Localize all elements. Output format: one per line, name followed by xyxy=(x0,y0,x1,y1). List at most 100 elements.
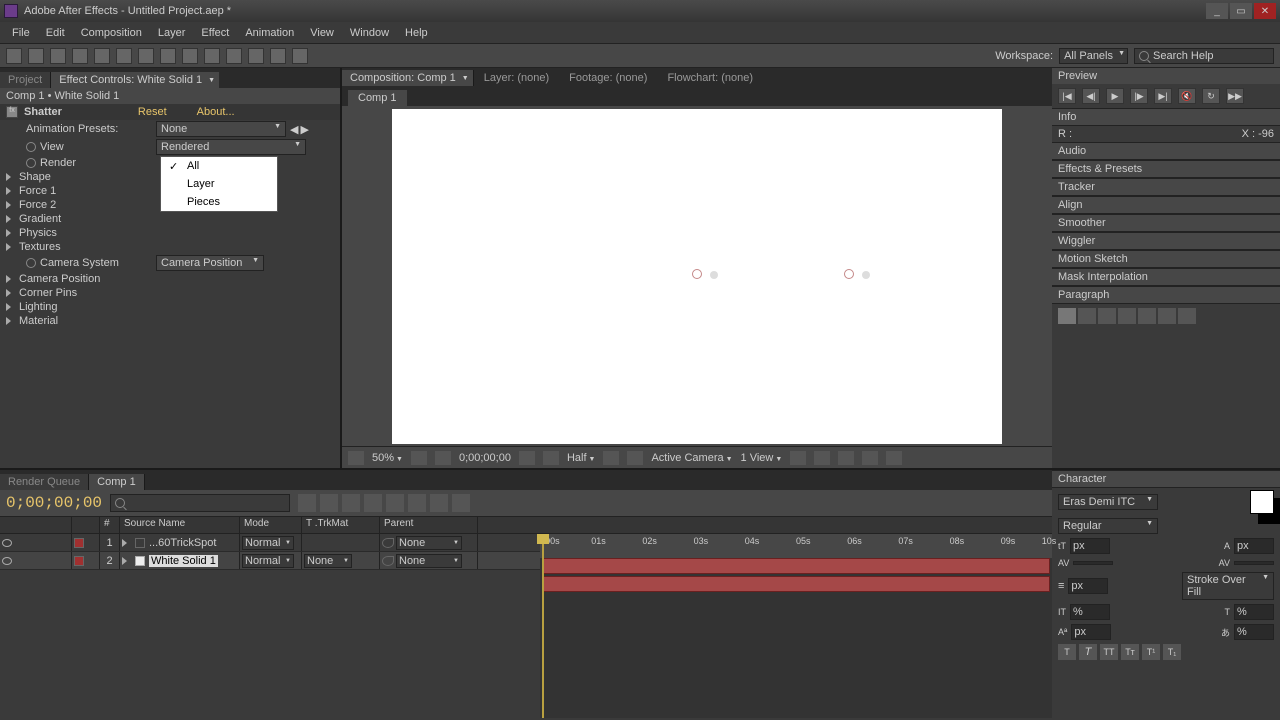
maximize-button[interactable]: ▭ xyxy=(1230,3,1252,19)
menu-edit[interactable]: Edit xyxy=(38,27,73,39)
anchor-marker-icon[interactable] xyxy=(710,271,718,279)
pan-behind-tool-icon[interactable] xyxy=(116,48,132,64)
tsume-input[interactable]: % xyxy=(1234,624,1274,640)
rotate-tool-icon[interactable] xyxy=(72,48,88,64)
superscript-button[interactable]: T¹ xyxy=(1142,644,1160,660)
brainstorm-icon[interactable] xyxy=(386,494,404,512)
twirl-icon[interactable] xyxy=(6,243,11,251)
justify-center-button[interactable] xyxy=(1138,308,1156,324)
camera-system-select[interactable]: Camera Position xyxy=(156,255,264,271)
effects-presets-panel-header[interactable]: Effects & Presets xyxy=(1052,160,1280,178)
exposure-icon[interactable] xyxy=(886,451,902,465)
faux-italic-button[interactable]: T xyxy=(1079,644,1097,660)
draft-3d-icon[interactable] xyxy=(452,494,470,512)
close-button[interactable]: ✕ xyxy=(1254,3,1276,19)
channel-button[interactable] xyxy=(435,451,451,465)
justify-right-button[interactable] xyxy=(1158,308,1176,324)
layer-duration-bar[interactable] xyxy=(542,558,1050,574)
layer-tab[interactable]: Layer: (none) xyxy=(474,70,559,86)
fx-toggle-icon[interactable]: fx xyxy=(6,106,18,118)
flowchart-icon[interactable] xyxy=(862,451,878,465)
mute-button[interactable]: 🔇 xyxy=(1178,88,1196,104)
smoother-panel-header[interactable]: Smoother xyxy=(1052,214,1280,232)
layer-search[interactable] xyxy=(110,494,290,512)
roto-tool-icon[interactable] xyxy=(270,48,286,64)
camera-tool-icon[interactable] xyxy=(94,48,110,64)
render-queue-tab[interactable]: Render Queue xyxy=(0,474,89,490)
th-parent[interactable]: Parent xyxy=(380,517,478,533)
layer-duration-bar[interactable] xyxy=(542,576,1050,592)
puppet-tool-icon[interactable] xyxy=(292,48,308,64)
fill-color-swatch[interactable] xyxy=(1250,490,1274,514)
menu-window[interactable]: Window xyxy=(342,27,397,39)
brush-tool-icon[interactable] xyxy=(204,48,220,64)
res-button[interactable] xyxy=(411,451,427,465)
motion-sketch-panel-header[interactable]: Motion Sketch xyxy=(1052,250,1280,268)
timeline-icon[interactable] xyxy=(838,451,854,465)
viewer-timecode[interactable]: 0;00;00;00 xyxy=(459,452,511,464)
audio-panel-header[interactable]: Audio xyxy=(1052,142,1280,160)
timeline-tracks[interactable]: 00s 01s 02s 03s 04s 05s 06s 07s 08s 09s … xyxy=(540,534,1052,718)
time-ruler[interactable]: 00s 01s 02s 03s 04s 05s 06s 07s 08s 09s … xyxy=(540,534,1052,558)
eraser-tool-icon[interactable] xyxy=(248,48,264,64)
small-caps-button[interactable]: Tᴛ xyxy=(1121,644,1139,660)
layer-color-icon[interactable] xyxy=(74,538,84,548)
prop-material[interactable]: Material xyxy=(19,315,58,327)
resolution-select[interactable]: Half xyxy=(567,452,596,464)
pen-tool-icon[interactable] xyxy=(160,48,176,64)
prop-force2[interactable]: Force 2 xyxy=(19,199,56,211)
twirl-icon[interactable] xyxy=(6,317,11,325)
justify-all-button[interactable] xyxy=(1178,308,1196,324)
clone-tool-icon[interactable] xyxy=(226,48,242,64)
prop-textures[interactable]: Textures xyxy=(19,241,61,253)
twirl-icon[interactable] xyxy=(6,275,11,283)
th-mode[interactable]: Mode xyxy=(240,517,302,533)
tracking-input[interactable] xyxy=(1234,561,1274,565)
justify-left-button[interactable] xyxy=(1118,308,1136,324)
comp-subtab[interactable]: Comp 1 xyxy=(348,90,407,106)
effect-reset-link[interactable]: Reset xyxy=(138,106,167,118)
prop-gradient[interactable]: Gradient xyxy=(19,213,61,225)
info-panel-header[interactable]: Info xyxy=(1052,108,1280,126)
kerning-input[interactable] xyxy=(1073,561,1113,565)
preview-panel-header[interactable]: Preview xyxy=(1052,68,1280,84)
mask-interp-panel-header[interactable]: Mask Interpolation xyxy=(1052,268,1280,286)
vscale-input[interactable]: % xyxy=(1070,604,1110,620)
subscript-button[interactable]: T₁ xyxy=(1163,644,1181,660)
effect-about-link[interactable]: About... xyxy=(197,106,235,118)
align-right-button[interactable] xyxy=(1098,308,1116,324)
paragraph-panel-header[interactable]: Paragraph xyxy=(1052,286,1280,304)
all-caps-button[interactable]: TT xyxy=(1100,644,1118,660)
prop-shape[interactable]: Shape xyxy=(19,171,51,183)
type-tool-icon[interactable] xyxy=(182,48,198,64)
twirl-icon[interactable] xyxy=(6,215,11,223)
th-source[interactable]: Source Name xyxy=(120,517,240,533)
zoom-select[interactable]: 50% xyxy=(372,452,403,464)
layer-row[interactable]: 2 White Solid 1 Normal None None xyxy=(0,552,540,570)
anchor-marker-icon[interactable] xyxy=(862,271,870,279)
grid-toggle-icon[interactable] xyxy=(348,451,364,465)
shy-icon[interactable] xyxy=(320,494,338,512)
font-family-select[interactable]: Eras Demi ITC xyxy=(1058,494,1158,510)
prev-preset-icon[interactable]: ◀ xyxy=(290,123,298,136)
ram-preview-button[interactable]: ▶▶ xyxy=(1226,88,1244,104)
prev-frame-button[interactable]: ◀| xyxy=(1082,88,1100,104)
stopwatch-icon[interactable] xyxy=(26,158,36,168)
stopwatch-icon[interactable] xyxy=(26,258,36,268)
mask-icon[interactable] xyxy=(627,451,643,465)
first-frame-button[interactable]: |◀ xyxy=(1058,88,1076,104)
transparency-icon[interactable] xyxy=(603,451,619,465)
roi-icon[interactable] xyxy=(543,451,559,465)
composition-tab[interactable]: Composition: Comp 1 xyxy=(342,70,474,86)
align-center-button[interactable] xyxy=(1078,308,1096,324)
minimize-button[interactable]: _ xyxy=(1206,3,1228,19)
parent-select[interactable]: None xyxy=(396,536,462,550)
trkmat-select[interactable]: None xyxy=(304,554,352,568)
leading-input[interactable]: px xyxy=(1234,538,1274,554)
motion-blur-icon[interactable] xyxy=(364,494,382,512)
visibility-toggle-icon[interactable] xyxy=(2,539,12,547)
align-left-button[interactable] xyxy=(1058,308,1076,324)
prop-physics[interactable]: Physics xyxy=(19,227,57,239)
tracker-panel-header[interactable]: Tracker xyxy=(1052,178,1280,196)
prop-lighting[interactable]: Lighting xyxy=(19,301,58,313)
